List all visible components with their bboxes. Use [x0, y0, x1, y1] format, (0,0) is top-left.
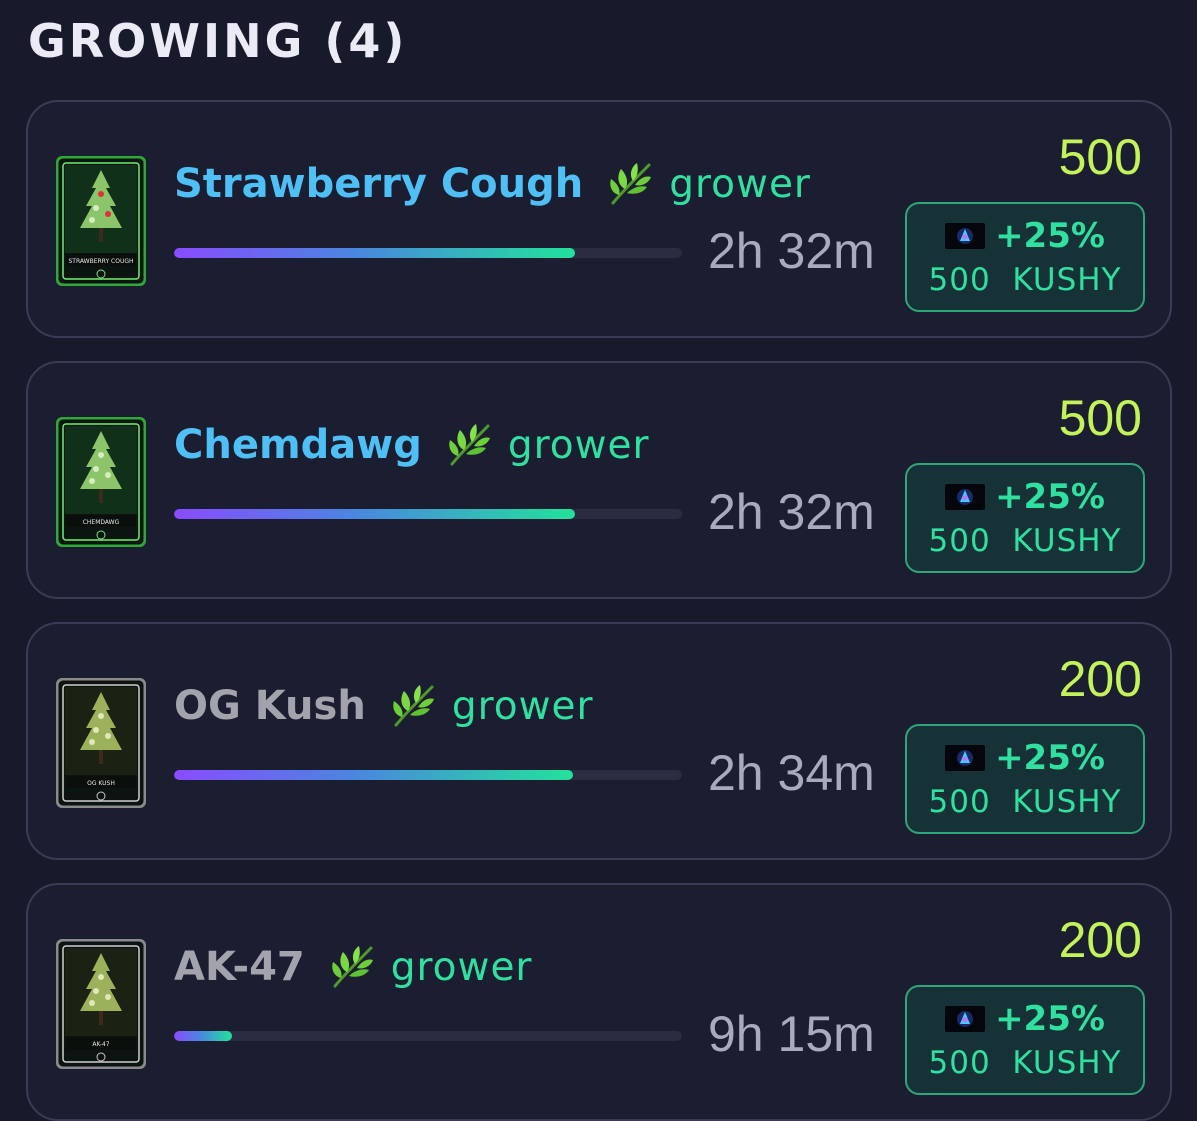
growth-progress-bar	[174, 509, 682, 519]
reward-amount: 500	[1058, 129, 1142, 185]
bonus-amount: 500 KUSHY	[928, 523, 1122, 559]
strain-header: Strawberry Cough grower	[174, 154, 811, 214]
bonus-header: +25%	[907, 477, 1143, 517]
bonus-badge[interactable]: +25% 500 KUSHY	[905, 202, 1145, 312]
strain-card-label: AK-47	[92, 1041, 109, 1048]
bonus-header: +25%	[907, 738, 1143, 778]
time-remaining: 2h 32m	[708, 223, 875, 279]
time-remaining: 2h 32m	[708, 484, 875, 540]
reward-amount: 200	[1058, 912, 1142, 968]
role-label: grower	[451, 683, 594, 729]
herb-leaf-icon	[444, 420, 494, 470]
strain-card-image: OG KUSH	[56, 678, 146, 808]
herb-leaf-icon	[327, 942, 377, 992]
herb-leaf-icon	[605, 159, 655, 209]
role-label: grower	[507, 422, 650, 468]
bonus-percent: +25%	[995, 477, 1105, 517]
role-label: grower	[669, 161, 811, 207]
growing-panel: GROWING (4) STRAWBERRY COUGH Strawberry …	[0, 0, 1197, 1121]
bonus-amount: 500 KUSHY	[928, 1045, 1122, 1081]
bonus-badge[interactable]: +25% 500 KUSHY	[905, 463, 1145, 573]
strain-name[interactable]: Chemdawg	[174, 422, 422, 468]
growth-progress-fill	[174, 248, 576, 258]
strain-name[interactable]: OG Kush	[174, 683, 366, 729]
herb-leaf-icon	[388, 681, 438, 731]
growth-progress-bar	[174, 1031, 682, 1041]
strain-header: Chemdawg grower	[174, 415, 650, 475]
kushy-token-icon	[945, 484, 986, 510]
reward-amount: 200	[1058, 651, 1142, 707]
bonus-header: +25%	[907, 999, 1143, 1039]
plant-card-3[interactable]: OG KUSH OG Kush grower 2h 34m 200 +25% 5…	[26, 622, 1172, 860]
strain-name[interactable]: Strawberry Cough	[174, 161, 583, 207]
bonus-percent: +25%	[995, 738, 1105, 778]
strain-card-label: STRAWBERRY COUGH	[68, 258, 133, 265]
strain-card-label: OG KUSH	[87, 780, 115, 787]
strain-card-image: AK-47	[56, 939, 146, 1069]
growth-progress-fill	[174, 1031, 233, 1041]
kushy-token-icon	[945, 745, 986, 771]
strain-header: OG Kush grower	[174, 676, 594, 736]
strain-card-image: STRAWBERRY COUGH	[56, 156, 146, 286]
bonus-amount: 500 KUSHY	[928, 262, 1122, 298]
strain-card-label: CHEMDAWG	[83, 519, 120, 526]
kushy-token-icon	[945, 1006, 986, 1032]
bonus-percent: +25%	[995, 999, 1105, 1039]
plant-card-2[interactable]: CHEMDAWG Chemdawg grower 2h 32m 500 +25%…	[26, 361, 1172, 599]
strain-name[interactable]: AK-47	[174, 944, 305, 990]
bonus-header: +25%	[907, 216, 1143, 256]
plant-card-1[interactable]: STRAWBERRY COUGH Strawberry Cough grower	[26, 100, 1172, 338]
growth-progress-bar	[174, 770, 682, 780]
bonus-amount: 500 KUSHY	[928, 784, 1122, 820]
plant-card-4[interactable]: AK-47 AK-47 grower 9h 15m 200 +25% 500 K…	[26, 883, 1172, 1121]
growth-progress-fill	[174, 770, 573, 780]
reward-amount: 500	[1058, 390, 1142, 446]
growth-progress-fill	[174, 509, 576, 519]
kushy-token-icon	[945, 223, 986, 249]
bonus-badge[interactable]: +25% 500 KUSHY	[905, 724, 1145, 834]
section-title: GROWING (4)	[28, 14, 408, 68]
time-remaining: 9h 15m	[708, 1006, 875, 1062]
bonus-badge[interactable]: +25% 500 KUSHY	[905, 985, 1145, 1095]
growth-progress-bar	[174, 248, 682, 258]
time-remaining: 2h 34m	[708, 745, 875, 801]
role-label: grower	[390, 944, 533, 990]
bonus-percent: +25%	[995, 216, 1105, 256]
strain-card-image: CHEMDAWG	[56, 417, 146, 547]
strain-header: AK-47 grower	[174, 937, 532, 997]
